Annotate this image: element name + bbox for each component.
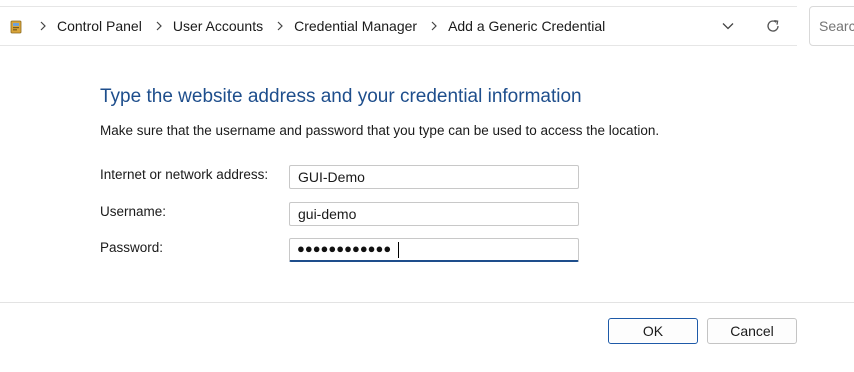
username-label: Username: (100, 204, 167, 219)
password-label: Password: (100, 240, 164, 255)
chevron-right-icon[interactable] (153, 20, 165, 32)
chevron-right-icon[interactable] (37, 20, 49, 32)
username-field[interactable] (289, 202, 579, 226)
breadcrumb: Control Panel User Accounts Credential M… (37, 7, 616, 45)
breadcrumb-add-generic-credential[interactable]: Add a Generic Credential (448, 18, 605, 34)
address-bar[interactable]: Control Panel User Accounts Credential M… (0, 6, 797, 46)
breadcrumb-credential-manager[interactable]: Credential Manager (294, 18, 417, 34)
address-label: Internet or network address: (100, 167, 269, 182)
search-input[interactable] (809, 6, 854, 46)
divider (0, 302, 854, 303)
text-caret (398, 242, 399, 258)
refresh-icon[interactable] (762, 16, 784, 36)
add-generic-credential-window: Control Panel User Accounts Credential M… (0, 0, 854, 372)
password-field[interactable] (289, 238, 579, 262)
chevron-right-icon[interactable] (428, 20, 440, 32)
instruction-text: Make sure that the username and password… (100, 123, 660, 138)
control-panel-icon (10, 19, 23, 34)
chevron-down-icon[interactable] (718, 16, 738, 36)
breadcrumb-user-accounts[interactable]: User Accounts (173, 18, 263, 34)
cancel-button[interactable]: Cancel (707, 318, 797, 344)
ok-button[interactable]: OK (608, 318, 698, 344)
network-address-field[interactable] (289, 165, 579, 189)
breadcrumb-control-panel[interactable]: Control Panel (57, 18, 142, 34)
chevron-right-icon[interactable] (274, 20, 286, 32)
page-title: Type the website address and your creden… (100, 86, 582, 107)
